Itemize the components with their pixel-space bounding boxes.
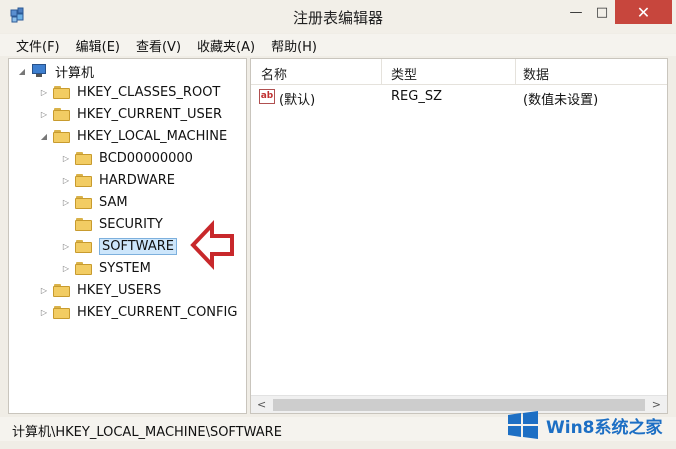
column-header-type[interactable]: 类型	[391, 64, 417, 83]
tree-node-label: 计算机	[55, 65, 95, 81]
expand-icon[interactable]: ▷	[39, 88, 49, 97]
list-header: 名称 类型 数据	[251, 59, 667, 85]
watermark-text: Win8系统之家	[546, 417, 663, 438]
folder-icon	[53, 85, 70, 99]
expand-icon[interactable]: ▷	[39, 110, 49, 119]
expand-icon[interactable]: ▷	[39, 286, 49, 295]
menu-edit[interactable]: 编辑(E)	[76, 36, 120, 55]
expand-icon[interactable]: ▷	[61, 198, 71, 207]
tree-node-hkey-local-machine[interactable]: ◢ HKEY_LOCAL_MACHINE	[39, 126, 227, 146]
tree-node-software[interactable]: ▷ SOFTWARE	[61, 236, 177, 256]
folder-icon	[53, 283, 70, 297]
tree-node-label: SECURITY	[99, 216, 163, 232]
folder-icon	[75, 217, 92, 231]
tree-node-label: HKEY_CURRENT_CONFIG	[77, 304, 238, 320]
pointer-arrow-icon	[190, 220, 234, 270]
column-header-name[interactable]: 名称	[261, 64, 287, 83]
expand-icon[interactable]: ▷	[61, 154, 71, 163]
value-data: (数值未设置)	[523, 93, 599, 108]
status-path: 计算机\HKEY_LOCAL_MACHINE\SOFTWARE	[12, 425, 282, 440]
collapse-icon[interactable]: ◢	[39, 132, 49, 141]
tree-node-hkey-classes-root[interactable]: ▷ HKEY_CLASSES_ROOT	[39, 82, 220, 102]
folder-icon	[75, 239, 92, 253]
expand-icon[interactable]: ▷	[39, 308, 49, 317]
menu-help[interactable]: 帮助(H)	[271, 36, 317, 55]
menu-file[interactable]: 文件(F)	[16, 36, 60, 55]
tree-node-hkey-current-user[interactable]: ▷ HKEY_CURRENT_USER	[39, 104, 222, 124]
expand-icon[interactable]: ▷	[61, 176, 71, 185]
computer-icon	[31, 64, 47, 78]
maximize-button[interactable]: □	[589, 0, 615, 24]
tree-node-system[interactable]: ▷ SYSTEM	[61, 258, 151, 278]
tree-node-bcd00000000[interactable]: ▷ BCD00000000	[61, 148, 193, 168]
folder-icon	[53, 305, 70, 319]
tree-node-label: HARDWARE	[99, 172, 175, 188]
folder-icon	[75, 195, 92, 209]
values-list-pane[interactable]: 名称 类型 数据 ab (默认) REG_SZ (数值未设置) < >	[250, 58, 668, 414]
folder-icon	[75, 151, 92, 165]
windows-logo-icon	[508, 411, 538, 439]
scroll-left-button[interactable]: <	[257, 398, 266, 411]
tree-node-hkey-current-config[interactable]: ▷ HKEY_CURRENT_CONFIG	[39, 302, 238, 322]
tree-node-sam[interactable]: ▷ SAM	[61, 192, 128, 212]
column-divider[interactable]	[515, 59, 516, 85]
menu-bar: 文件(F) 编辑(E) 查看(V) 收藏夹(A) 帮助(H)	[0, 34, 676, 56]
tree-node-label: HKEY_USERS	[77, 282, 162, 298]
collapse-icon[interactable]: ◢	[17, 67, 27, 76]
folder-icon	[53, 107, 70, 121]
title-bar: 注册表编辑器 — □ ✕	[0, 0, 676, 33]
string-value-icon: ab	[259, 89, 275, 104]
tree-node-label: BCD00000000	[99, 150, 193, 166]
tree-node-label: HKEY_CURRENT_USER	[77, 106, 223, 122]
table-row[interactable]: ab (默认) REG_SZ (数值未设置)	[251, 87, 667, 108]
minimize-button[interactable]: —	[563, 0, 589, 24]
close-button[interactable]: ✕	[615, 0, 672, 24]
tree-node-label: SOFTWARE	[99, 237, 177, 255]
menu-favorites[interactable]: 收藏夹(A)	[197, 36, 255, 55]
tree-node-label: HKEY_LOCAL_MACHINE	[77, 128, 228, 144]
folder-icon	[75, 173, 92, 187]
column-header-data[interactable]: 数据	[523, 64, 549, 83]
tree-node-hkey-users[interactable]: ▷ HKEY_USERS	[39, 280, 161, 300]
tree-node-security[interactable]: SECURITY	[61, 214, 163, 234]
watermark: Win8系统之家	[506, 408, 663, 442]
tree-node-hardware[interactable]: ▷ HARDWARE	[61, 170, 175, 190]
value-name: (默认)	[279, 93, 316, 108]
tree-node-label: SAM	[99, 194, 128, 210]
expand-icon[interactable]: ▷	[61, 264, 71, 273]
folder-open-icon	[53, 129, 70, 143]
tree-node-computer[interactable]: ◢ 计算机	[17, 61, 94, 81]
expand-icon[interactable]: ▷	[61, 242, 71, 251]
tree-node-label: SYSTEM	[99, 260, 151, 276]
column-divider[interactable]	[381, 59, 382, 85]
menu-view[interactable]: 查看(V)	[136, 36, 181, 55]
folder-icon	[75, 261, 92, 275]
value-type: REG_SZ	[391, 89, 442, 104]
tree-node-label: HKEY_CLASSES_ROOT	[77, 84, 221, 100]
